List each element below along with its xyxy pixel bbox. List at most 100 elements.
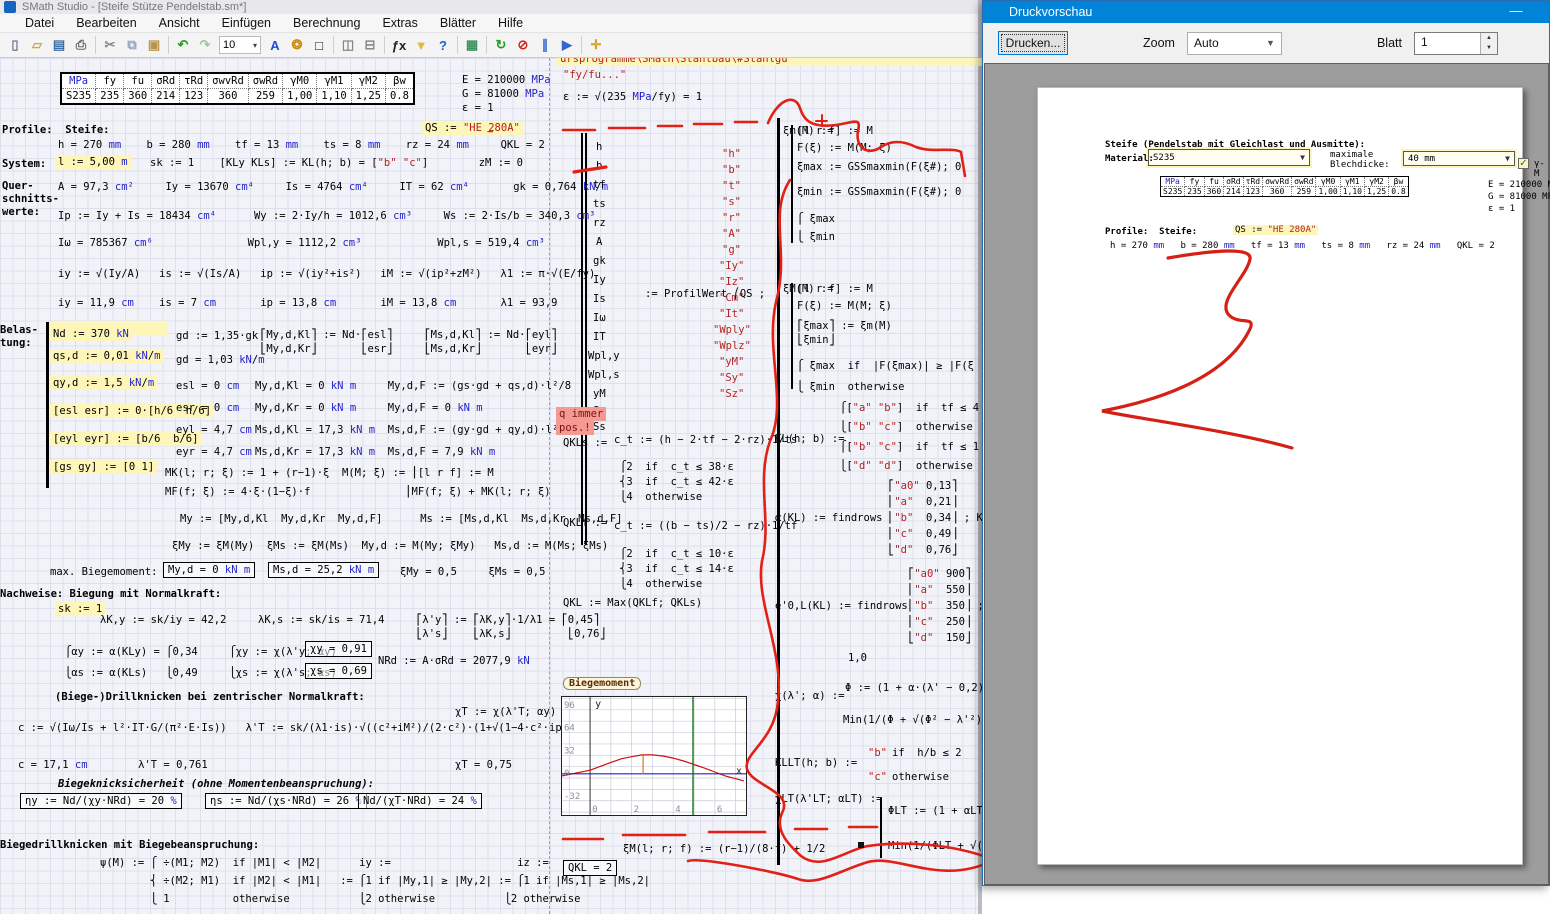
align-vertical-icon[interactable]: ⊟ [359,35,381,56]
filter-icon[interactable]: ▼ [410,35,432,56]
formula-region[interactable]: rz [593,217,606,229]
formula-region[interactable]: Min(1/(Φ + √(Φ² − λ'²) ; [843,714,982,726]
formula-region[interactable]: q immer [556,407,606,421]
formula-region[interactable]: ⎨3 if c_t ≤ 42·ε [620,476,734,488]
formula-region[interactable]: otherwise [892,771,949,783]
formula-region[interactable]: max. Biegemoment: [50,566,157,578]
menu-datei[interactable]: Datei [16,15,63,31]
border-icon[interactable]: □ [308,35,330,56]
formula-region[interactable]: esr = 0 cm [176,402,239,414]
formula-region[interactable]: ⎧αy := α(KLy) = ⎧0,34 ⎧χy := χ(λ'y; αy) [65,646,337,658]
snippets-icon[interactable]: ▦ [461,35,483,56]
formula-region[interactable]: b [596,160,602,172]
formula-region[interactable]: "Sz" [719,388,744,400]
formula-region[interactable]: ε := √(235 MPa/fy) = 1 [563,91,702,103]
formula-region[interactable]: ⎣"d" 150⎦ [908,632,971,644]
formula-region[interactable]: := ProfilWert ⎛QS ; [645,288,765,300]
formula-region[interactable]: c_t := ((b − ts)/2 − rz)·1/tf [614,520,797,532]
formula-region[interactable]: ⎩4 otherwise [620,578,702,590]
formula-region[interactable]: G = 81000 MPa [462,88,544,100]
stepper-down-icon[interactable]: ▼ [1481,43,1497,54]
formula-region[interactable]: ⎩ ξmin [797,231,835,243]
formula-region[interactable]: Biegeknicksicherheit (ohne Momentenbeans… [58,778,374,790]
recalculate-icon[interactable]: ↻ [490,35,512,56]
formula-region[interactable]: χy = 0,91 [305,641,372,657]
formula-region[interactable]: System: [2,158,46,170]
formula-region[interactable]: IT [593,331,606,343]
palette-icon[interactable]: ❂ [286,35,308,56]
biegemoment-plot[interactable]: 9664320-320246yx [561,696,747,816]
formula-region[interactable]: My,d,Kl = 0 kN m My,d,F := (gs·gd + qs,d… [255,380,571,392]
formula-region[interactable]: ts [593,198,606,210]
formula-region[interactable]: [gs gy] := [0 1] [50,460,157,474]
formula-region[interactable]: Biegedrillknicken mit Biegebeanspruchung… [0,839,259,851]
formula-region[interactable]: KL(h; b) := [775,433,845,445]
sheet-number-stepper[interactable]: 1 ▲ ▼ [1414,32,1498,55]
formula-region[interactable]: ⎣ξmin⎦ [797,334,835,346]
formula-region[interactable]: NRd := A·σRd = 2077,9 kN [378,655,530,667]
formula-region[interactable]: ⎨ ÷(M2; M1) if |M2| < |M1| := ⎧1 if |My,… [100,875,650,887]
formula-region[interactable]: λK,y := sk/iy = 42,2 λK,s := sk/is = 71,… [100,614,599,626]
formula-region[interactable]: ψ(M) := ⎧ ÷(M1; M2) if |M1| < |M2| iy :=… [100,857,549,869]
font-size-select[interactable]: 10▾ [219,36,261,54]
formula-region[interactable]: l := 5,00 m [55,155,131,169]
new-file-icon[interactable]: ▯ [4,35,26,56]
formula-region[interactable]: "yM" [719,356,744,368]
formula-region[interactable]: ⎩["d" "d"] otherwise [840,460,973,472]
stepper-arrows[interactable]: ▲ ▼ [1480,33,1497,54]
formula-region[interactable]: 1,0 [848,652,867,664]
formula-region[interactable]: χs = 0,69 [305,663,372,679]
formula-region[interactable]: gd := 1,35·gk [176,330,258,342]
formula-region[interactable]: Profile: Steife: [2,124,109,136]
align-horizontal-icon[interactable]: ◫ [337,35,359,56]
menu-berechnung[interactable]: Berechnung [284,15,369,31]
formula-region[interactable]: "s" [722,196,741,208]
formula-region[interactable]: ⎩αs := α(KLs) ⎩0,49 ⎩χs := χ(λ's; αs) [65,667,337,679]
formula-region[interactable]: sk := 1 [KLy KLs] := KL(h; b) = ["b" "c"… [150,157,523,169]
formula-region[interactable]: "Sy" [719,372,744,384]
formula-region[interactable]: Belas- [0,324,38,336]
gamma-checkbox[interactable]: ✓ [1518,158,1529,169]
stepper-up-icon[interactable]: ▲ [1481,33,1497,44]
formula-region[interactable]: QKLf := [563,517,607,529]
formula-region[interactable]: "t" [722,180,741,192]
formula-region[interactable]: ⎣My,d,Kr⎦ ⎣esr⎦ ⎣Ms,d,Kr⎦ ⎣eyr⎦ [260,343,557,355]
formula-region[interactable]: tf [593,179,606,191]
formula-region[interactable]: c := √(Iω/Is + l²·IT·G/(π²·E·Is)) λ'T :=… [18,722,650,734]
formula-region[interactable]: ⎢"c" 0,49⎥ [888,528,958,540]
formula-region[interactable]: Min(1/(ΦLT + √(ΦLT² − [888,840,982,852]
formula-region[interactable]: h = 270 mm b = 280 mm tf = 13 mm ts = 8 … [58,139,545,151]
formula-region[interactable]: esl = 0 cm [176,380,239,392]
formula-region[interactable]: ξmin := GSSmaxmin(F(ξ#); 0 [797,186,961,198]
formula-region[interactable]: A = 97,3 cm² Iy = 13670 cm⁴ Is = 4764 cm… [58,181,608,193]
formula-region[interactable]: yM [593,388,606,400]
formula-region[interactable]: schnitts- [2,193,59,205]
formula-region[interactable]: ⎧["b" "c"] if tf ≤ 1 [840,441,979,453]
formula-region[interactable]: ⎢"b" 350⎥ ; [908,600,982,612]
formula-region[interactable]: "Iz" [719,276,744,288]
paste-icon[interactable]: ▣ [143,35,165,56]
formula-region[interactable]: ⎩ 1 otherwise ⎩2 otherwise ⎩2 otherwise [100,893,580,905]
zoom-select[interactable]: Auto ▼ [1187,32,1282,55]
formula-region[interactable]: Quer- [2,180,34,192]
formula-region[interactable]: iy := √(Iy/A) is := √(Is/A) ip := √(iy²+… [58,268,595,280]
formula-region[interactable]: if h/b ≤ 2 [892,747,962,759]
formula-region[interactable]: [l r f] := M [797,125,873,137]
formula-region[interactable]: ⎩4 otherwise [620,491,702,503]
formula-region[interactable]: ⎢"a" 550⎥ [908,584,971,596]
formula-region[interactable]: ⎡My,d,Kl⎤ := Nd·⎡esl⎤ ⎡Ms,d,Kl⎤ := Nd·⎡e… [260,329,557,341]
formula-region[interactable]: χ(λ'; α) := [775,690,845,702]
formula-region[interactable]: tung: [0,337,32,349]
formula-region[interactable]: Ms,d = 25,2 kN m [268,562,379,578]
formula-region[interactable]: ξM(l; r; f) := (r−1)/(8·f) + 1/2 [623,843,825,855]
formula-region[interactable]: "fy/fu..." [563,69,626,81]
formula-region[interactable]: My,d,Kr = 0 kN m My,d,F = 0 kN m [255,402,483,414]
formula-region[interactable]: qy,d := 1,5 kN/m [50,376,157,390]
formula-region[interactable]: χT = 0,75 [455,759,512,771]
formula-region[interactable]: ⎡"a0" 0,13⎤ [888,480,958,492]
formula-region[interactable]: ξMy := ξM(My) ξMs := ξM(Ms) My,d := M(My… [172,540,608,552]
formula-region[interactable]: ⎧2 if c_t ≤ 10·ε [620,548,734,560]
formula-region[interactable]: pos.! [556,421,594,435]
thickness-select[interactable]: 40 mm ▼ [1403,151,1515,166]
formula-region[interactable]: Wpl,y [588,350,620,362]
